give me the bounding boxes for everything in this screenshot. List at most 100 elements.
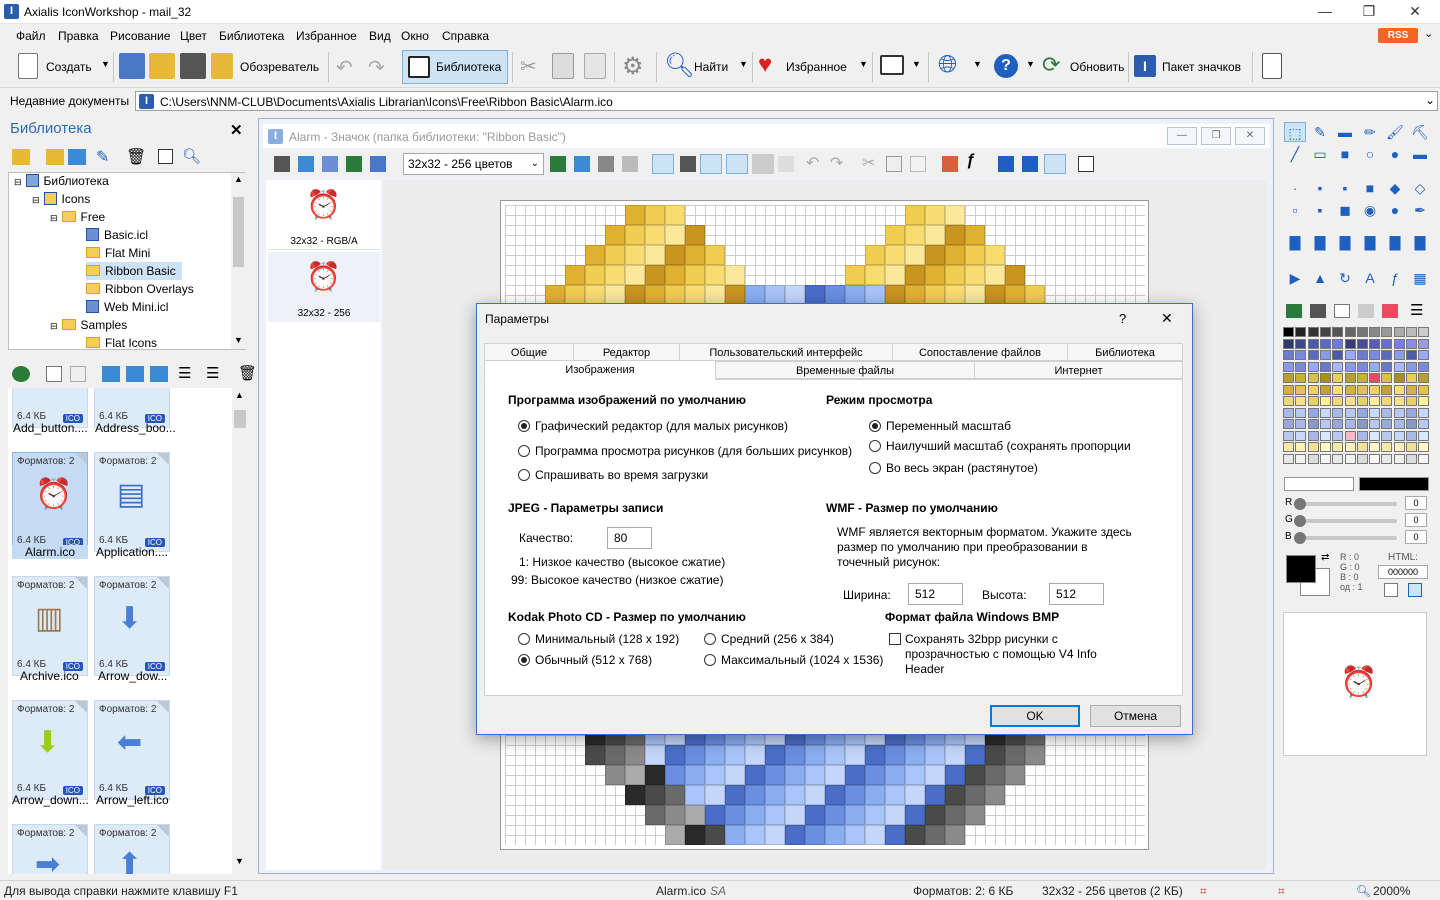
background-icon[interactable]	[752, 154, 774, 174]
layers-icon[interactable]	[680, 156, 696, 172]
tool-button[interactable]: ○	[1359, 144, 1381, 164]
paste-icon[interactable]	[910, 156, 926, 172]
cancel-button[interactable]: Отмена	[1090, 705, 1181, 727]
tool-button[interactable]: ◆	[1384, 178, 1406, 198]
add-multiple-icon[interactable]	[150, 366, 168, 382]
format-select[interactable]: 32x32 - 256 цветов ⌄	[403, 153, 544, 175]
g-slider-knob[interactable]	[1294, 515, 1306, 527]
tab-editor[interactable]: Редактор	[573, 343, 680, 361]
undo-icon[interactable]: ↶	[336, 55, 353, 80]
open-palette-icon[interactable]	[1286, 304, 1302, 318]
format-item-rgba[interactable]: ⏰ 32x32 - RGB/A	[268, 182, 380, 250]
close-button[interactable]: ✕	[1392, 0, 1438, 24]
doc-close-button[interactable]: ✕	[1235, 127, 1265, 145]
delete-icon[interactable]: 🗑︎	[238, 364, 257, 382]
tool-button[interactable]: ↻	[1334, 268, 1356, 288]
edit-icon[interactable]: ✎	[96, 147, 109, 167]
redo-icon[interactable]: ↷	[830, 153, 843, 173]
tool-button[interactable]: ▲	[1309, 268, 1331, 288]
minimize-button[interactable]: —	[1302, 0, 1348, 24]
menu-icon[interactable]: ☰	[1410, 301, 1423, 319]
chevron-down-icon[interactable]: ▼	[1026, 59, 1035, 69]
tree-item-icons[interactable]: ⊟ Icons	[32, 190, 90, 208]
open-icon[interactable]	[119, 53, 145, 79]
zoom-in-icon[interactable]	[998, 156, 1014, 172]
export-image-icon[interactable]	[346, 156, 362, 172]
tab-internet[interactable]: Интернет	[974, 361, 1183, 379]
document-info-icon[interactable]	[1262, 53, 1282, 79]
foreground-color-swatch[interactable]	[1286, 555, 1316, 583]
create-button[interactable]: Создать	[46, 60, 92, 74]
tile-alarm[interactable]: Форматов: 2 ⏰ 6.4 КБ ICO	[12, 452, 88, 552]
search-icon[interactable]: 🔍︎	[182, 147, 201, 165]
chevron-down-icon[interactable]: ▼	[739, 59, 748, 69]
delete-format-icon[interactable]	[622, 156, 638, 172]
tool-button[interactable]: ●	[1384, 200, 1406, 220]
tool-button[interactable]: ▇	[1409, 232, 1431, 252]
grid-icon[interactable]	[700, 154, 722, 174]
swap-colors-icon[interactable]: ⇄	[1321, 552, 1329, 563]
gradient-icon[interactable]	[1358, 304, 1374, 318]
tree-scrollbar[interactable]: ▲ ▼	[231, 173, 246, 349]
library-close-icon[interactable]: ✕	[230, 121, 243, 139]
chevron-down-icon[interactable]: ▼	[912, 59, 921, 69]
tile-arrow-down[interactable]: Форматов: 2 ⬇ 6.4 КБ ICO	[94, 576, 170, 676]
tool-button[interactable]: ▶	[1284, 268, 1306, 288]
icon-pack-icon[interactable]: I	[1134, 55, 1156, 77]
new-folder-icon[interactable]	[12, 149, 30, 165]
r-slider-knob[interactable]	[1294, 498, 1306, 510]
tree-item-ribbon-basic[interactable]: Ribbon Basic	[86, 262, 182, 280]
view-list-icon[interactable]: ☰	[206, 364, 219, 382]
tab-file-associations[interactable]: Сопоставление файлов	[892, 343, 1068, 361]
folder-open-icon[interactable]	[149, 53, 175, 79]
ok-button[interactable]: OK	[990, 705, 1080, 727]
tile-arrow-right[interactable]: Форматов: 2 ➡	[12, 824, 88, 874]
delete-icon[interactable]: 🗑︎	[126, 147, 146, 167]
add-icon[interactable]	[68, 149, 86, 165]
add-icon-icon[interactable]	[102, 366, 120, 382]
tool-button[interactable]: ▭	[1309, 144, 1331, 164]
transparency-icon[interactable]	[726, 154, 748, 174]
undo-icon[interactable]: ↶	[806, 153, 819, 173]
update-button[interactable]: Обновить	[1070, 60, 1124, 74]
tree-item-free[interactable]: ⊟ Free	[50, 208, 105, 226]
primary-color-swatch[interactable]	[1359, 477, 1429, 491]
chevron-down-icon[interactable]: ⌄	[1424, 27, 1433, 40]
heart-icon[interactable]: ♥	[758, 51, 772, 79]
menu-favorites[interactable]: Избранное	[296, 29, 357, 43]
tile-application[interactable]: Форматов: 2 ▤ 6.4 КБ ICO	[94, 452, 170, 552]
tool-button[interactable]: ▬	[1409, 144, 1431, 164]
palette-colors-icon[interactable]	[1382, 304, 1398, 318]
b-slider[interactable]	[1297, 536, 1397, 540]
jpeg-quality-input[interactable]: 80	[607, 527, 652, 549]
save-palette-icon[interactable]	[1310, 304, 1326, 318]
tool-button[interactable]: ▇	[1359, 232, 1381, 252]
tile-arrow-down-green[interactable]: Форматов: 2 ⬇ 6.4 КБ ICO	[12, 700, 88, 800]
radio-kodak-medium[interactable]: Средний (256 x 384)	[704, 632, 834, 646]
library-button[interactable]: Библиотека	[436, 60, 501, 74]
tool-button[interactable]: ▪	[1309, 200, 1331, 220]
tree-item-flat-mini[interactable]: Flat Mini	[86, 244, 150, 262]
tool-button[interactable]: ⛏	[1409, 122, 1431, 142]
copy-icon[interactable]	[1334, 304, 1350, 318]
chevron-down-icon[interactable]: ▼	[859, 59, 868, 69]
new-image-icon[interactable]	[298, 156, 314, 172]
gear-icon[interactable]: ⚙	[622, 52, 644, 81]
radio-variable-zoom[interactable]: Переменный масштаб	[869, 419, 1011, 433]
radio-image-viewer[interactable]: Программа просмотра рисунков (для больши…	[518, 444, 852, 458]
tool-button[interactable]: ✒	[1409, 200, 1431, 220]
tool-button[interactable]: ⬚	[1284, 122, 1306, 142]
tree-item-flat-icons[interactable]: Flat Icons	[86, 334, 157, 352]
dialog-help-button[interactable]: ?	[1119, 311, 1126, 326]
g-slider[interactable]	[1297, 519, 1397, 523]
tile-archive[interactable]: Форматов: 2 ▥ 6.4 КБ ICO	[12, 576, 88, 676]
tool-button[interactable]: ▇	[1384, 232, 1406, 252]
format-item-256[interactable]: ⏰ 32x32 - 256	[268, 252, 380, 322]
import-image-icon[interactable]	[322, 156, 338, 172]
tool-button[interactable]: ◉	[1359, 200, 1381, 220]
radio-best-fit[interactable]: Наилучший масштаб (сохранять пропорции	[869, 439, 1131, 453]
paste-icon[interactable]	[70, 366, 86, 382]
import-icon[interactable]	[12, 366, 30, 382]
tool-button[interactable]: ▬	[1334, 122, 1356, 142]
find-button[interactable]: Найти	[694, 60, 728, 74]
